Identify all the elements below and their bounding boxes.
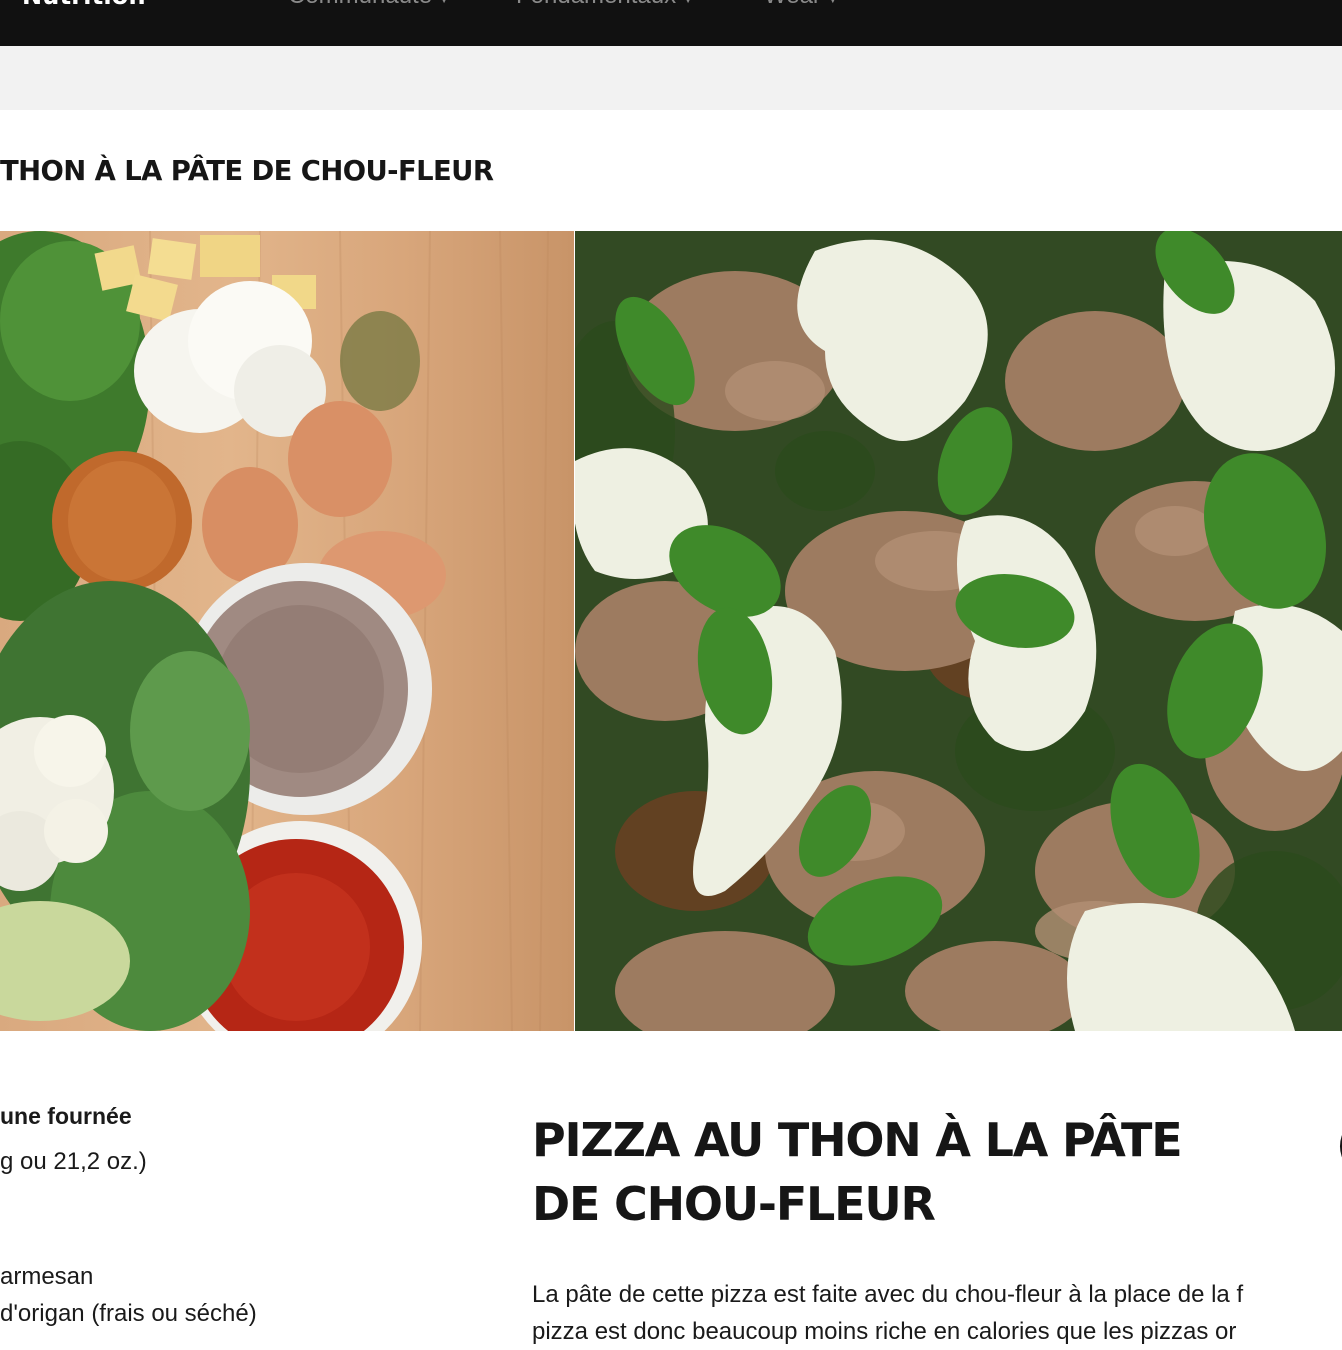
- title-row: THON À LA PÂTE DE CHOU-FLEUR: [0, 110, 1342, 230]
- article-intro-line: La pâte de cette pizza est faite avec du…: [532, 1281, 1244, 1308]
- page-title: THON À LA PÂTE DE CHOU-FLEUR: [0, 154, 494, 187]
- ingredient-line: g ou 21,2 oz.): [0, 1148, 147, 1175]
- hero-images: [0, 231, 1342, 1031]
- article-intro-line: pizza est donc beaucoup moins riche en c…: [532, 1318, 1237, 1345]
- chevron-down-icon: ▼: [827, 0, 839, 6]
- ingredients-heading: une fournée: [0, 1103, 132, 1129]
- nav-item-label: Wear: [764, 0, 821, 10]
- pizza-illustration: [575, 231, 1342, 1031]
- nav-item-wear[interactable]: Wear ▼: [764, 0, 839, 10]
- ingredient-line: d'origan (frais ou séché): [0, 1300, 257, 1327]
- cropped-heading-fragment: (: [1336, 1118, 1342, 1172]
- nav-item-communaute[interactable]: Communauté ▼: [288, 0, 450, 10]
- article-title: PIZZA AU THON À LA PÂTE DE CHOU-FLEUR: [532, 1113, 1183, 1231]
- ingredients-photo: [0, 231, 574, 1031]
- article-intro: La pâte de cette pizza est faite avec du…: [532, 1276, 1342, 1350]
- top-navigation: Nutrition Communauté ▼ Fondamentaux ▼ We…: [0, 0, 1342, 46]
- chevron-down-icon: ▼: [438, 0, 450, 6]
- nav-item-fondamentaux[interactable]: Fondamentaux ▼: [516, 0, 694, 10]
- ingredient-line: armesan: [0, 1263, 94, 1290]
- recipe-article: PIZZA AU THON À LA PÂTE DE CHOU-FLEUR La…: [532, 1108, 1342, 1345]
- nav-brand-nutrition[interactable]: Nutrition: [22, 0, 146, 10]
- nav-item-label: Fondamentaux: [516, 0, 676, 10]
- chevron-down-icon: ▼: [682, 0, 694, 6]
- nav-item-label: Communauté: [288, 0, 432, 10]
- ingredients-illustration: [0, 231, 549, 1031]
- tuna-pizza-photo: [575, 231, 1342, 1031]
- sub-navigation-bar: [0, 46, 1342, 110]
